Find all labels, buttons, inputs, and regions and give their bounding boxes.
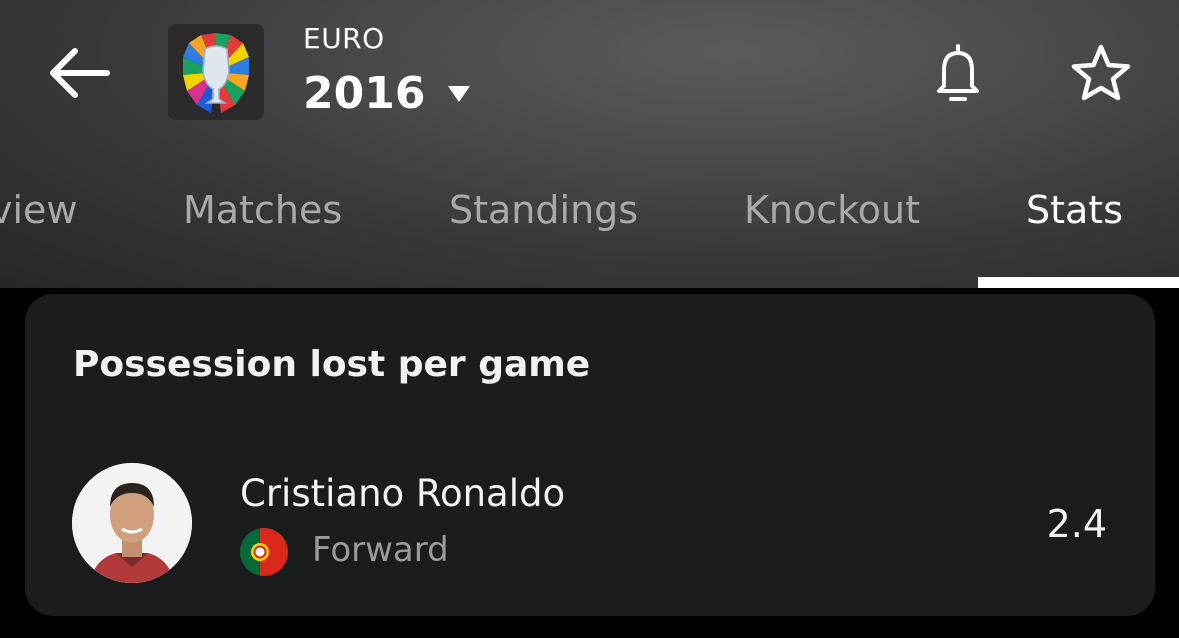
stat-card: Possession lost per game Cristiano Ronal… [25, 294, 1155, 616]
season-year: 2016 [303, 68, 426, 119]
tab-knockout[interactable]: Knockout [744, 188, 920, 232]
stat-title: Possession lost per game [73, 344, 591, 385]
caret-down-icon [448, 85, 471, 102]
tab-bar: view Matches Standings Knockout Stats [0, 188, 1179, 248]
tab-overview[interactable]: view [0, 188, 78, 232]
player-name[interactable]: Cristiano Ronaldo [240, 472, 565, 515]
notifications-button[interactable] [928, 40, 988, 106]
active-tab-indicator [978, 277, 1179, 288]
back-button[interactable] [40, 40, 116, 106]
bell-icon [937, 44, 979, 101]
tab-matches[interactable]: Matches [183, 188, 342, 232]
app-header: EURO 2016 view Matches Standings Knockou… [0, 0, 1179, 288]
player-position: Forward [312, 530, 449, 570]
tab-stats[interactable]: Stats [1026, 188, 1123, 232]
portugal-flag-icon [240, 528, 288, 576]
stat-value: 2.4 [1046, 502, 1107, 546]
tab-standings[interactable]: Standings [449, 188, 638, 232]
favorite-button[interactable] [1066, 40, 1136, 106]
competition-name: EURO [303, 22, 385, 55]
star-icon [1071, 44, 1131, 101]
back-arrow-icon [50, 48, 110, 98]
season-selector[interactable]: 2016 [303, 68, 471, 119]
competition-logo [168, 24, 264, 120]
player-avatar[interactable] [72, 463, 192, 583]
